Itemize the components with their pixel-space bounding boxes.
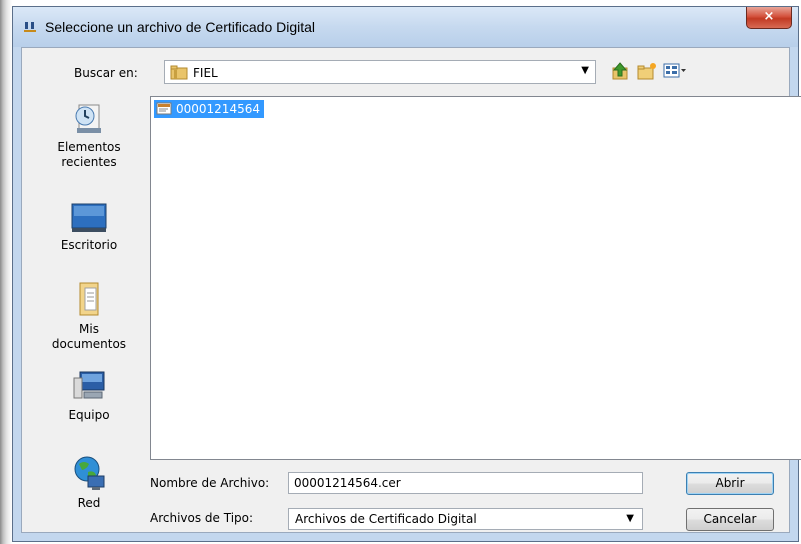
place-label: Mis xyxy=(79,322,99,336)
window-title: Seleccione un archivo de Certificado Dig… xyxy=(45,19,316,35)
view-menu-icon[interactable] xyxy=(662,60,688,82)
folder-icon xyxy=(170,65,188,80)
chevron-down-icon: ▼ xyxy=(581,65,589,76)
chevron-down-icon: ▼ xyxy=(626,513,634,524)
close-icon: × xyxy=(763,9,775,24)
open-button[interactable]: Abrir xyxy=(686,472,774,495)
up-folder-icon[interactable] xyxy=(610,60,632,82)
cancel-button[interactable]: Cancelar xyxy=(686,508,774,531)
network-icon xyxy=(74,456,105,490)
file-chooser-dialog: Seleccione un archivo de Certificado Dig… xyxy=(12,6,801,542)
dialog-body: Buscar en: FIEL ▼ Elementos recientes Es… xyxy=(21,47,801,533)
certificate-file-icon xyxy=(156,102,172,115)
place-computer[interactable]: Equipo xyxy=(40,370,138,423)
file-list[interactable]: 00001214564 xyxy=(150,96,801,460)
file-type-combo[interactable]: Archivos de Certificado Digital ▼ xyxy=(288,508,643,530)
file-name-label: Nombre de Archivo: xyxy=(150,476,270,490)
look-in-label: Buscar en: xyxy=(74,66,138,80)
place-documents[interactable]: Mis documentos xyxy=(40,280,138,352)
page-edge xyxy=(0,0,12,544)
file-item-selected[interactable]: 00001214564 xyxy=(154,100,264,118)
file-type-label: Archivos de Tipo: xyxy=(150,511,254,525)
new-folder-icon[interactable] xyxy=(636,60,658,82)
place-desktop[interactable]: Escritorio xyxy=(40,202,138,253)
place-label: Escritorio xyxy=(60,238,118,252)
title-bar[interactable]: Seleccione un archivo de Certificado Dig… xyxy=(13,7,798,47)
place-label: Equipo xyxy=(68,408,110,422)
java-app-icon xyxy=(24,22,36,32)
place-label: Elementos xyxy=(57,140,121,154)
desktop-icon xyxy=(71,203,107,232)
place-recent-items[interactable]: Elementos recientes xyxy=(40,102,138,170)
documents-icon xyxy=(79,282,99,316)
place-label: Red xyxy=(77,496,101,510)
look-in-value: FIEL xyxy=(193,66,218,80)
file-name-field[interactable] xyxy=(288,472,643,494)
place-network[interactable]: Red xyxy=(40,454,138,511)
places-bar: Elementos recientes Escritorio Mis docum… xyxy=(40,98,138,538)
close-button[interactable]: × xyxy=(746,7,792,29)
place-label: documentos xyxy=(51,337,127,351)
look-in-combo[interactable]: FIEL ▼ xyxy=(164,60,596,84)
file-type-value: Archivos de Certificado Digital xyxy=(295,512,477,526)
file-name: 00001214564 xyxy=(176,102,260,116)
place-label: recientes xyxy=(61,155,117,169)
recent-items-icon xyxy=(75,104,101,133)
computer-icon xyxy=(73,371,105,399)
